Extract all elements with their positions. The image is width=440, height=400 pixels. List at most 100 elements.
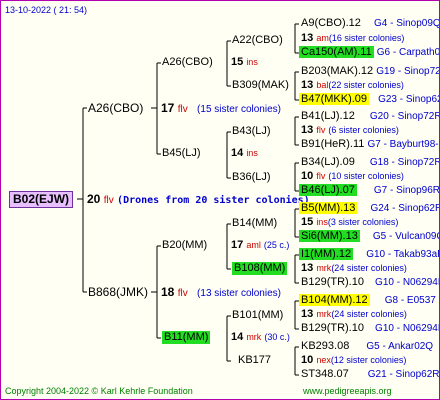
leaf-code: G5 - Vulcan09Q (372, 231, 440, 242)
leaf-ancestor[interactable]: B46(LJ).07 G7 - Sinop96R (299, 184, 440, 197)
generation: 13 (301, 79, 314, 91)
generation: 10 (301, 170, 314, 182)
copyright-notice: Copyright 2004-2022 © Karl Kehrle Founda… (5, 386, 193, 396)
status: nex (316, 355, 331, 365)
ggp-b108-mm[interactable]: B108(MM) (232, 262, 288, 275)
grandparent-a26-cbo-info: 15 ins (231, 56, 258, 69)
generation: 13 (301, 308, 314, 320)
ggp-b43-lj[interactable]: B43(LJ) (232, 125, 271, 138)
leaf-name: B34(LJ).09 (301, 156, 355, 168)
ggp-b309-mak[interactable]: B309(MAK) (232, 79, 289, 92)
leaf-code: G24 - Sinop62R (370, 203, 440, 214)
generation: 13 (301, 32, 314, 44)
leaf-code: G19 - Sinop72R (376, 66, 439, 77)
status: flv (316, 171, 326, 181)
status: mrk (316, 263, 332, 273)
status: ins (246, 148, 258, 158)
status: aml (246, 240, 261, 250)
root-status: flv (103, 195, 114, 206)
leaf-name: B129(TR).10 (301, 322, 364, 334)
leaf-code: G10 - N06294R (375, 323, 440, 334)
leaf-code: G10 - N06294R (375, 277, 440, 288)
leaf-name: ST348.07 (301, 368, 349, 380)
generation: 13 (301, 262, 314, 274)
sire-note: (13 sister colonies) (197, 288, 281, 299)
sire-info: 18 flv (13 sister colonies) (161, 285, 281, 301)
leaf-ancestor[interactable]: A9(CBO).12 G4 - Sinop09Q (301, 17, 439, 30)
ggp-b101-mm[interactable]: B101(MM) (232, 309, 283, 322)
generation: 13 (301, 124, 314, 136)
grandparent-b11-mm-info: 14 mrk (30 c.) (231, 331, 290, 344)
leaf-code: G18 - Sinop72R (369, 157, 440, 168)
leaf-name: B129(TR).10 (301, 276, 364, 288)
generation: 10 (301, 354, 314, 366)
leaf-ancestor[interactable]: I1(MM).12 G10 - Takab93aR (299, 248, 439, 261)
generation: 14 (231, 331, 244, 343)
dam-info: 17 flv (15 sister colonies) (161, 101, 281, 117)
note: (6 sister colonies) (328, 125, 399, 135)
status: ins (316, 217, 328, 227)
dam-note: (15 sister colonies) (197, 104, 281, 115)
leaf-ancestor[interactable]: B203(MAK).12 G19 - Sinop72R (301, 65, 439, 78)
leaf-code: G21 - Sinop62R (367, 369, 440, 380)
pedigree-diagram: 13-10-2022 ( 21: 54) B02(EJW) 20 flv (Dr… (0, 0, 440, 400)
leaf-ancestor[interactable]: Ca150(AM).11 G6 - Carpath00R (299, 46, 439, 59)
leaf-ancestor[interactable]: B91(HeR).11 G7 - Bayburt98-3 (301, 138, 439, 151)
leaf-ancestor[interactable]: B34(LJ).09 G18 - Sinop72R (301, 156, 440, 169)
leaf-name: B203(MAK).12 (301, 65, 374, 77)
leaf-name: Ca150(AM).11 (299, 46, 374, 58)
leaf-name: B46(LJ).07 (299, 184, 357, 196)
site-link[interactable]: www.pedigreeapis.org (303, 385, 392, 398)
leaf-ancestor[interactable]: B47(MKK).09 G23 - Sinop62R (299, 93, 439, 106)
root-queen[interactable]: B02(EJW) (9, 191, 74, 208)
leaf-name: A9(CBO).12 (301, 17, 361, 29)
leaf-name: Si6(MM).13 (299, 230, 360, 242)
leaf-info: 13 mrk(24 sister colonies) (301, 308, 407, 321)
dam-queen[interactable]: A26(CBO) (88, 101, 143, 115)
leaf-info: 10 nex(12 sister colonies) (301, 354, 406, 367)
grandparent-b45-lj[interactable]: B45(LJ) (162, 147, 201, 160)
grandparent-a26-cbo[interactable]: A26(CBO) (162, 56, 213, 69)
grandparent-b11-mm[interactable]: B11(MM) (162, 331, 211, 344)
leaf-name: B5(MM).13 (299, 202, 358, 214)
generation: 17 (231, 239, 244, 251)
generation: 15 (231, 56, 244, 68)
leaf-name: B104(MM).12 (299, 294, 370, 306)
leaf-name: B41(LJ).12 (301, 110, 355, 122)
generation: 14 (231, 147, 244, 159)
leaf-info: 13 flv (6 sister colonies) (301, 124, 399, 137)
ggp-b14-mm[interactable]: B14(MM) (232, 217, 277, 230)
leaf-info: 13 am(16 sister colonies) (301, 32, 404, 45)
generation: 15 (301, 216, 314, 228)
sire-generation: 18 (161, 285, 175, 299)
leaf-ancestor[interactable]: B129(TR).10 G10 - N06294R (301, 322, 440, 335)
ggp-kb177[interactable]: KB177 (238, 354, 271, 367)
leaf-ancestor[interactable]: ST348.07 G21 - Sinop62R (301, 368, 439, 381)
leaf-ancestor[interactable]: B129(TR).10 G10 - N06294R (301, 276, 440, 289)
leaf-code: G20 - Sinop72R (369, 111, 440, 122)
status: flv (316, 125, 326, 135)
ggp-a22-cbo[interactable]: A22(CBO) (232, 34, 283, 47)
note: (16 sister colonies) (328, 33, 405, 43)
leaf-ancestor[interactable]: Si6(MM).13 G5 - Vulcan09Q (299, 230, 440, 243)
note: (24 sister colonies) (331, 309, 407, 319)
grandparent-b20-mm-info: 17 aml (25 c.) (231, 239, 289, 252)
status: am (316, 33, 329, 43)
leaf-ancestor[interactable]: B41(LJ).12 G20 - Sinop72R (301, 110, 440, 123)
note: (12 sister colonies) (330, 355, 407, 365)
sire-queen[interactable]: B868(JMK) (88, 285, 148, 299)
ggp-b36-lj[interactable]: B36(LJ) (232, 171, 271, 184)
leaf-code: G7 - Sinop96R (373, 185, 440, 196)
leaf-code: G8 - E0537 (384, 295, 436, 306)
leaf-info: 13 bal(22 sister colonies) (301, 79, 404, 92)
grandparent-b20-mm[interactable]: B20(MM) (162, 239, 207, 252)
root-drone-note: (Drones from 20 sister colonies) (117, 195, 310, 206)
leaf-ancestor[interactable]: B5(MM).13 G24 - Sinop62R (299, 202, 440, 215)
leaf-info: 15 ins(3 sister colonies) (301, 216, 398, 229)
note: (30 c.) (264, 332, 290, 342)
leaf-ancestor[interactable]: KB293.08 G5 - Ankar02Q (301, 340, 433, 353)
status: mrk (246, 332, 262, 342)
leaf-ancestor[interactable]: B104(MM).12 G8 - E0537 (299, 294, 436, 307)
dam-generation: 17 (161, 101, 175, 115)
report-date: 13-10-2022 ( 21: 54) (5, 5, 88, 15)
